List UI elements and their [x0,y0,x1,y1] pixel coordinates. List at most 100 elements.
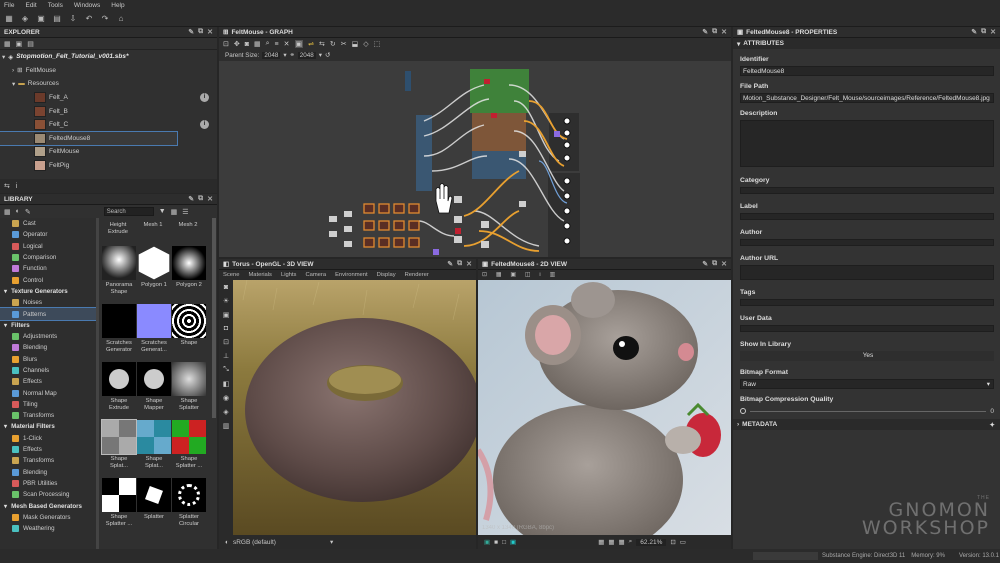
menu-camera[interactable]: Camera [305,272,326,278]
thumbnail-image[interactable] [172,478,206,512]
thumbnail-image[interactable] [172,362,206,396]
reset-icon[interactable]: ↺ [325,52,330,59]
library-item[interactable]: Weathering [0,523,96,534]
library-item[interactable]: Operator [0,229,96,240]
menu-help[interactable]: Help [111,2,124,9]
chart-icon[interactable]: ▥ [223,422,230,430]
axis-icon[interactable]: ⊥ [223,352,229,360]
cube-icon[interactable]: ◧ [223,380,230,388]
frame-icon[interactable]: ⊡ [482,272,487,278]
pin-icon[interactable]: ✎ [188,195,194,203]
zoom-icon[interactable]: ⌕ [266,40,270,48]
import-icon[interactable]: ⇩ [68,14,78,24]
screenshot-icon[interactable]: ◘ [224,325,228,332]
save-icon[interactable]: ▣ [16,40,23,48]
thumbnail-label[interactable]: Height Extrude [100,222,136,236]
library-category[interactable]: ▾ Material Filters [0,421,96,432]
tile-icon[interactable]: ▣ [510,538,516,546]
author-url-field[interactable] [740,265,994,280]
histogram-icon[interactable]: ▥ [550,272,555,278]
library-item[interactable]: Channels [0,365,96,376]
thumbnail-image[interactable] [172,420,206,454]
camera-icon[interactable]: ◙ [224,284,228,291]
thumbnail-label[interactable]: Shape Splatter ... [101,514,137,528]
frame-icon[interactable]: ⊡ [223,40,229,48]
thumbnail-image[interactable] [137,420,171,454]
resources-folder[interactable]: ▾ ▬ Resources [0,77,217,91]
library-item[interactable]: Transforms [0,410,96,421]
new-package-icon[interactable]: ▦ [4,14,14,24]
new-graph-icon[interactable]: ◈ [20,14,30,24]
slider-track[interactable] [750,410,987,412]
menu-display[interactable]: Display [377,272,396,278]
menu-materials[interactable]: Materials [248,272,272,278]
library-item[interactable]: Patterns [0,307,96,321]
info-icon[interactable]: i [200,93,209,103]
library-item[interactable]: Scan Processing [0,489,96,500]
show-in-library-select[interactable]: Yes [740,351,994,361]
frame-icon[interactable]: ⊡ [223,338,229,346]
metadata-section[interactable]: › METADATA ✦ [733,419,1000,430]
resource-item[interactable]: Felt_B [0,104,217,118]
grid-icon[interactable]: ▦ [608,538,614,546]
description-field[interactable] [740,120,994,167]
align-icon[interactable]: ≡ [275,41,279,48]
3d-viewport[interactable] [233,280,476,535]
grid-icon[interactable]: ▦ [254,40,261,48]
thumbnail-label[interactable]: Mesh 2 [170,222,206,229]
float-icon[interactable]: ⧉ [198,195,203,203]
library-item[interactable]: Blurs [0,354,96,365]
home-icon[interactable]: ⌂ [116,14,126,24]
new-icon[interactable]: ▦ [4,40,11,48]
layout-icon[interactable]: ▣ [294,40,304,48]
thumbnail-label[interactable]: Panorama Shape [101,282,137,296]
thumbnail-label[interactable]: Shape [171,340,207,347]
transform-icon[interactable]: ⤡ [223,366,229,374]
sphere-icon[interactable]: ◉ [223,394,229,402]
undo-icon[interactable]: ↶ [84,14,94,24]
thumbnail-label[interactable]: Scratches Generat... [136,340,172,354]
open-icon[interactable]: ▤ [52,14,62,24]
package-row[interactable]: ▾ ◈ Stopmotion_Felt_Tutorial_v001.sbs* [0,50,217,64]
zoom-icon[interactable]: ⌕ [629,538,633,546]
user-data-field[interactable] [740,325,994,332]
graph-row[interactable]: › ⊞ FeltMouse [0,64,217,78]
connect-icon[interactable]: ⇆ [319,40,325,48]
menu-environment[interactable]: Environment [335,272,368,278]
pin-icon[interactable]: ✎ [702,260,708,268]
thumbnail-label[interactable]: Shape Splatter [171,398,207,412]
library-item[interactable]: Effects [0,444,96,455]
thumbnail-image[interactable] [102,362,136,396]
grid-icon[interactable]: ▦ [598,538,604,546]
thumbnail-image[interactable] [172,304,206,338]
thumbnail-label[interactable]: Polygon 1 [136,282,172,289]
thumbnail-label[interactable]: Splatter Circular [171,514,207,528]
thumbnail-label[interactable]: Shape Splat... [136,456,172,470]
move-icon[interactable]: ✥ [234,40,240,48]
close-icon[interactable]: ✕ [207,195,213,203]
link-icon[interactable]: ⇌ [308,40,314,48]
actual-size-icon[interactable]: ▭ [680,538,686,546]
float-icon[interactable]: ⧉ [712,260,717,268]
category-field[interactable] [740,187,994,194]
zoom-level[interactable]: 62.21% [636,538,667,546]
float-icon[interactable]: ⧉ [712,28,717,36]
library-item[interactable]: Noises [0,297,96,308]
thumbnail-label[interactable]: Splatter [136,514,172,521]
folder-icon[interactable]: ▤ [27,40,34,48]
image-icon[interactable]: ▣ [223,311,230,319]
tile-icon[interactable]: ▣ [510,272,515,278]
library-icon[interactable]: ▦ [4,208,11,216]
close-icon[interactable]: ✕ [207,28,213,36]
close-icon[interactable]: ✕ [990,28,996,36]
library-category[interactable]: ▾ Filters [0,320,96,331]
menu-file[interactable]: File [4,2,14,9]
node[interactable] [405,71,411,91]
list-view-icon[interactable]: ☰ [182,208,188,216]
menu-tools[interactable]: Tools [48,2,63,9]
tree-icon[interactable]: ⇆ [4,182,10,190]
grid-view-icon[interactable]: ▦ [171,208,178,216]
library-item[interactable]: PBR Utilities [0,478,96,489]
tag-icon[interactable]: ◇ [363,40,368,48]
library-item[interactable]: Comparison [0,252,96,263]
